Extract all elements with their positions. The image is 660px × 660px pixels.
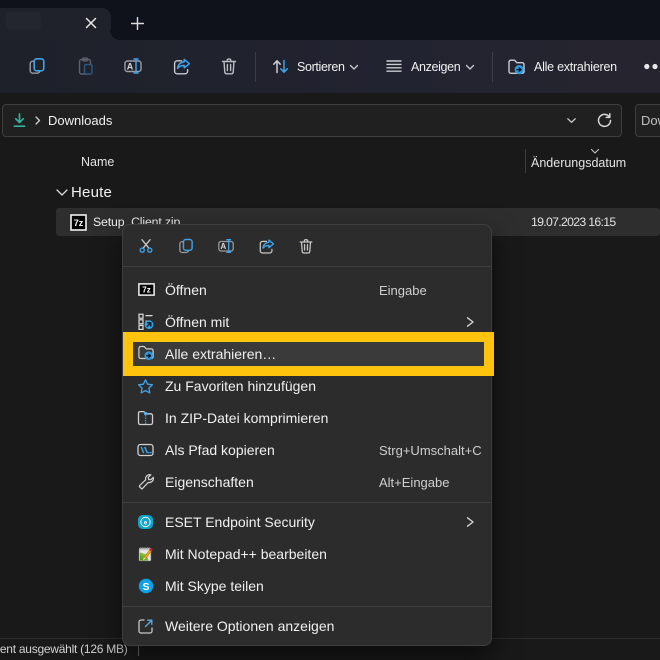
svg-text:A: A bbox=[127, 61, 134, 71]
svg-text:S: S bbox=[142, 581, 149, 593]
svg-text:e: e bbox=[144, 519, 148, 526]
svg-text:7z: 7z bbox=[74, 218, 84, 228]
svg-text:7z: 7z bbox=[142, 286, 150, 295]
svg-text:A: A bbox=[220, 242, 226, 251]
